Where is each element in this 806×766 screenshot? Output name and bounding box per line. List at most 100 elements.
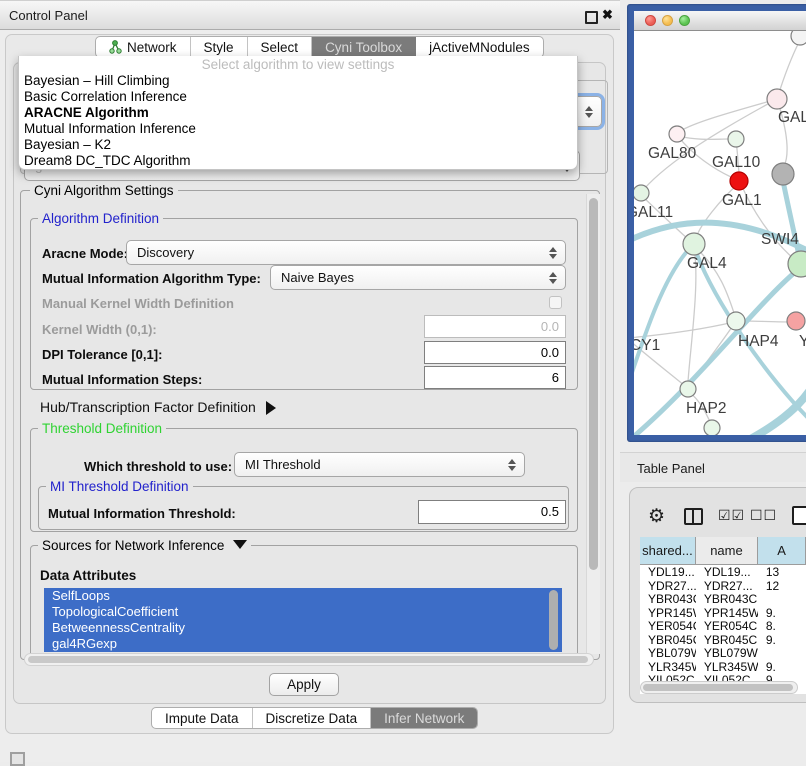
select-all-checkboxes-icon[interactable]: ☑☑	[718, 507, 745, 524]
expanded-arrow-icon	[233, 540, 247, 549]
network-node[interactable]	[767, 89, 787, 109]
settings-horizontal-scrollbar[interactable]	[24, 653, 594, 666]
tab-impute-data[interactable]: Impute Data	[152, 708, 253, 728]
table-row[interactable]: YBR045CYBR045C9.	[640, 633, 806, 647]
tab-network[interactable]: Network	[96, 37, 191, 57]
network-node-label: GAL80	[648, 145, 697, 162]
network-window-titlebar[interactable]	[634, 11, 806, 31]
kernel-width-field[interactable]: 0.0	[424, 315, 566, 338]
mi-steps-label: Mutual Information Steps:	[42, 372, 202, 387]
mi-steps-field[interactable]: 6	[424, 366, 566, 389]
network-node-label: HAP4	[738, 333, 779, 350]
table-row[interactable]: YDL19...YDL19...13	[640, 565, 806, 579]
aracne-mode-value: Discovery	[127, 245, 548, 260]
network-node-label: Y	[799, 333, 806, 350]
table-panel-titlebar: Table Panel	[620, 452, 806, 482]
tab-style[interactable]: Style	[191, 37, 248, 57]
algorithm-option[interactable]: Mutual Information Inference	[19, 121, 577, 137]
attributes-list-scrollbar[interactable]	[549, 590, 558, 650]
table-column-header[interactable]: shared...	[640, 537, 696, 564]
table-column-header[interactable]: A	[758, 537, 806, 564]
table-row[interactable]: YER054CYER054C8.	[640, 619, 806, 633]
network-canvas[interactable]: GALGAL80GAL10GAL1GAL11SWI4GAL4GCY1HAP4YH…	[634, 31, 806, 435]
network-node[interactable]	[634, 185, 649, 201]
float-window-icon[interactable]	[585, 11, 598, 24]
table-cell: YBR045C	[640, 633, 696, 647]
network-node[interactable]	[730, 172, 748, 190]
tab-infer-network[interactable]: Infer Network	[371, 708, 477, 728]
column-pane-icon[interactable]	[684, 508, 703, 525]
table-cell: 8.	[758, 619, 806, 633]
algorithm-option[interactable]: ARACNE Algorithm	[19, 105, 577, 121]
table-cell: 9.	[758, 633, 806, 647]
tab-style-label: Style	[204, 40, 234, 55]
network-node-label: GCY1	[634, 337, 660, 354]
network-node-label: GAL	[778, 109, 806, 126]
settings-vertical-scrollbar-thumb[interactable]	[589, 198, 598, 570]
mi-threshold-field[interactable]: 0.5	[418, 500, 566, 524]
close-icon[interactable]: ✖	[602, 7, 613, 23]
network-node[interactable]	[791, 31, 806, 45]
network-node[interactable]	[704, 420, 720, 435]
table-cell: YBR043C	[696, 592, 758, 606]
which-threshold-label: Which threshold to use:	[84, 459, 232, 474]
table-horizontal-scrollbar-thumb[interactable]	[643, 684, 793, 691]
sources-group-title[interactable]: Sources for Network Inference	[38, 539, 251, 552]
algorithm-option[interactable]: Basic Correlation Inference	[19, 89, 577, 105]
tab-impute-data-label: Impute Data	[165, 711, 239, 726]
table-row[interactable]: YPR145WYPR145W9.	[640, 606, 806, 620]
gear-icon[interactable]: ⚙	[648, 505, 665, 528]
algorithm-option[interactable]: Bayesian – K2	[19, 137, 577, 153]
window-close-icon[interactable]	[645, 15, 656, 26]
network-node[interactable]	[772, 163, 794, 185]
dock-corner-icon[interactable]	[10, 752, 25, 766]
network-node[interactable]	[787, 312, 805, 330]
hub-definition-toggle[interactable]: Hub/Transcription Factor Definition	[40, 399, 276, 415]
document-icon[interactable]	[792, 506, 806, 525]
network-node[interactable]	[727, 312, 745, 330]
table-cell: 12	[758, 579, 806, 593]
node-table[interactable]: shared...nameA YDL19...YDL19...13YDR27..…	[640, 537, 806, 694]
attribute-list-item[interactable]: BetweennessCentrality	[44, 620, 562, 636]
algorithm-option[interactable]: Bayesian – Hill Climbing	[19, 73, 577, 89]
mi-type-combobox[interactable]: Naive Bayes	[270, 265, 566, 290]
apply-button[interactable]: Apply	[269, 673, 339, 696]
control-panel-region: Control Panel ✖ Network Style Select Cyn…	[0, 0, 620, 762]
settings-horizontal-scrollbar-thumb[interactable]	[28, 656, 588, 663]
manual-kernel-label: Manual Kernel Width Definition	[42, 296, 234, 311]
table-horizontal-scrollbar[interactable]	[640, 681, 798, 694]
aracne-mode-combobox[interactable]: Discovery	[126, 240, 566, 265]
network-node[interactable]	[683, 233, 705, 255]
manual-kernel-checkbox[interactable]	[549, 296, 562, 309]
tab-select[interactable]: Select	[248, 37, 313, 57]
network-node[interactable]	[680, 381, 696, 397]
attribute-list-item[interactable]: TopologicalCoefficient	[44, 604, 562, 620]
table-column-header[interactable]: name	[696, 537, 758, 564]
window-zoom-icon[interactable]	[679, 15, 690, 26]
dpi-tolerance-field[interactable]: 0.0	[424, 341, 566, 364]
network-node[interactable]	[728, 131, 744, 147]
table-row[interactable]: YLR345WYLR345W9.	[640, 660, 806, 674]
tab-discretize-data[interactable]: Discretize Data	[253, 708, 372, 728]
network-node[interactable]	[669, 126, 685, 142]
deselect-all-checkboxes-icon[interactable]: ☐☐	[750, 507, 777, 524]
attribute-list-item[interactable]: SelfLoops	[44, 588, 562, 604]
table-cell: YBR043C	[640, 592, 696, 606]
table-cell: 9.	[758, 660, 806, 674]
algorithm-dropdown-list: Bayesian – Hill ClimbingBasic Correlatio…	[19, 73, 577, 169]
which-threshold-combobox[interactable]: MI Threshold	[234, 452, 525, 477]
tab-cyni-toolbox[interactable]: Cyni Toolbox	[312, 37, 416, 57]
tab-discretize-data-label: Discretize Data	[266, 711, 358, 726]
table-row[interactable]: YDR27...YDR27...12	[640, 579, 806, 593]
table-row[interactable]: YBL079WYBL079W	[640, 646, 806, 660]
dropdown-placeholder: Select algorithm to view settings	[19, 57, 577, 73]
network-node-label: SWI4	[761, 231, 799, 248]
window-minimize-icon[interactable]	[662, 15, 673, 26]
tab-jactivemnodules[interactable]: jActiveMNodules	[416, 37, 543, 57]
table-row[interactable]: YBR043CYBR043C	[640, 592, 806, 606]
attribute-list-item[interactable]: gal4RGexp	[44, 636, 562, 652]
data-attributes-list[interactable]: SelfLoopsTopologicalCoefficientBetweenne…	[44, 588, 562, 652]
table-header-row: shared...nameA	[640, 537, 806, 565]
algorithm-option[interactable]: Dream8 DC_TDC Algorithm	[19, 153, 577, 169]
network-node-label: GAL10	[712, 154, 761, 171]
